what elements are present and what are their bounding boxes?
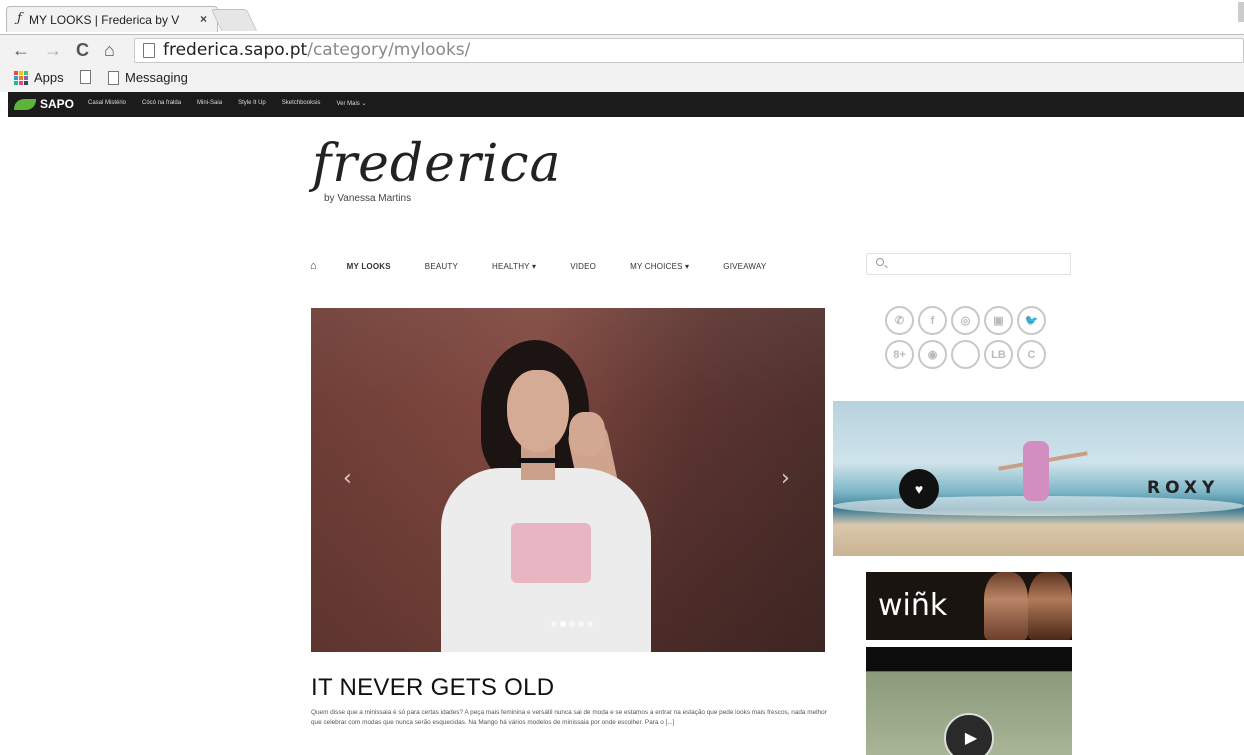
apple-icon[interactable] xyxy=(951,340,980,369)
post-title[interactable]: IT NEVER GETS OLD xyxy=(311,674,554,702)
nav-item-video[interactable]: VIDEO xyxy=(570,262,596,271)
sapo-link[interactable]: Sketchbooksis xyxy=(282,100,321,107)
browser-toolbar: ← → C ⌂ frederica.sapo.pt/category/myloo… xyxy=(0,34,1244,66)
slide-photo-face xyxy=(507,370,569,452)
nav-item-my-choices[interactable]: MY CHOICES ▾ xyxy=(630,262,689,271)
ad-model-photo xyxy=(984,572,1028,640)
tab-close-icon[interactable]: × xyxy=(200,12,207,26)
play-icon[interactable]: ▶ xyxy=(944,713,994,755)
post-excerpt: Quem disse que a minissaia é só para cer… xyxy=(311,709,827,726)
sapo-top-bar: SAPO Casal Mistério Cócó na fralda Mini-… xyxy=(8,92,1244,117)
sapo-link[interactable]: Cócó na fralda xyxy=(142,100,181,107)
address-bar[interactable]: frederica.sapo.pt/category/mylooks/ xyxy=(134,38,1244,63)
sapo-logo[interactable]: SAPO xyxy=(14,97,74,111)
search-icon xyxy=(876,258,884,266)
sapo-links: Casal Mistério Cócó na fralda Mini-Saia … xyxy=(88,100,366,107)
video-ad[interactable]: ▶ xyxy=(866,647,1072,755)
ad-figure xyxy=(1023,441,1049,501)
main-nav: ⌂ MY LOOKS BEAUTY HEALTHY ▾ VIDEO MY CHO… xyxy=(310,258,800,274)
tab-title: MY LOOKS | Frederica by V xyxy=(29,12,179,27)
page-icon xyxy=(80,70,91,84)
sapo-link[interactable]: Mini-Saia xyxy=(197,100,222,107)
slider-dot[interactable] xyxy=(551,621,557,627)
apps-grid-icon xyxy=(14,70,28,85)
roxy-ad-banner[interactable]: ♥ ROXY xyxy=(833,401,1244,556)
nav-item-healthy[interactable]: HEALTHY ▾ xyxy=(492,262,536,271)
reload-icon[interactable]: C xyxy=(76,39,89,61)
slide-photo-hand xyxy=(569,412,605,456)
bookmark-label: Apps xyxy=(34,70,64,85)
video-icon[interactable]: ▣ xyxy=(984,306,1013,335)
url-path: /category/mylooks/ xyxy=(307,40,471,60)
nav-item-my-looks[interactable]: MY LOOKS xyxy=(347,262,391,271)
instagram-icon[interactable]: ◎ xyxy=(951,306,980,335)
page-icon xyxy=(143,43,155,58)
sapo-link[interactable]: Casal Mistério xyxy=(88,100,126,107)
wink-ad-banner[interactable]: wiñk xyxy=(866,572,1072,640)
bookmarks-bar: Apps Messaging xyxy=(0,66,1244,92)
roxy-brand: ROXY xyxy=(1147,478,1220,498)
ad-model-photo xyxy=(1028,572,1072,640)
slider-prev-icon[interactable]: ‹ xyxy=(343,466,352,491)
bookmark-messaging[interactable]: Messaging xyxy=(108,70,188,85)
sapo-brand: SAPO xyxy=(40,97,75,111)
forward-arrow-icon[interactable]: → xyxy=(44,39,62,61)
search-box xyxy=(866,253,1071,275)
phone-icon[interactable]: ✆ xyxy=(885,306,914,335)
home-browser-icon[interactable]: ⌂ xyxy=(104,39,115,61)
logo-subtitle: by Vanessa Martins xyxy=(324,193,412,204)
facebook-icon[interactable]: f xyxy=(918,306,947,335)
bookmark-label: Messaging xyxy=(125,70,188,85)
wink-brand: wiñk xyxy=(878,588,948,623)
bookmark-apps[interactable]: Apps xyxy=(14,70,64,85)
slide-photo-choker xyxy=(518,458,558,463)
social-icons: ✆ f ◎ ▣ 🐦 8+ ◉ LB C xyxy=(885,306,1055,374)
slider-dot-active[interactable] xyxy=(560,621,566,627)
page-icon xyxy=(108,70,119,85)
slider-dots xyxy=(551,621,593,627)
back-arrow-icon[interactable]: ← xyxy=(12,39,30,61)
home-icon[interactable]: ⌂ xyxy=(310,260,317,272)
slider-dot[interactable] xyxy=(569,621,575,627)
slider-dot[interactable] xyxy=(587,621,593,627)
url-host: frederica.sapo.pt xyxy=(163,40,308,60)
google-plus-icon[interactable]: 8+ xyxy=(885,340,914,369)
sapo-link-more[interactable]: Ver Mais ⌄ xyxy=(336,100,366,107)
tab-strip: ƒ MY LOOKS | Frederica by V × xyxy=(0,0,1244,34)
frederica-favicon-icon: ƒ xyxy=(17,11,22,26)
sapo-leaf-icon xyxy=(14,98,36,110)
slider-next-icon[interactable]: › xyxy=(781,466,790,491)
logo-script: frederica xyxy=(312,134,562,194)
slider-dot[interactable] xyxy=(578,621,584,627)
browser-tab[interactable]: ƒ MY LOOKS | Frederica by V × xyxy=(6,6,218,32)
featured-slider[interactable]: ‹ › xyxy=(311,308,825,652)
bookmark-untitled[interactable] xyxy=(80,70,97,84)
search-input[interactable] xyxy=(889,256,1064,272)
window-control[interactable] xyxy=(1238,2,1244,22)
sapo-link[interactable]: Style It Up xyxy=(238,100,266,107)
roxy-heart-logo-icon: ♥ xyxy=(899,469,939,509)
slide-photo-print xyxy=(511,523,591,583)
c-logo-icon[interactable]: C xyxy=(1017,340,1046,369)
pinterest-icon[interactable]: ◉ xyxy=(918,340,947,369)
nav-item-giveaway[interactable]: GIVEAWAY xyxy=(723,262,766,271)
twitter-icon[interactable]: 🐦 xyxy=(1017,306,1046,335)
nav-item-beauty[interactable]: BEAUTY xyxy=(425,262,458,271)
site-logo[interactable]: frederica by Vanessa Martins xyxy=(310,134,610,210)
lb-icon[interactable]: LB xyxy=(984,340,1013,369)
